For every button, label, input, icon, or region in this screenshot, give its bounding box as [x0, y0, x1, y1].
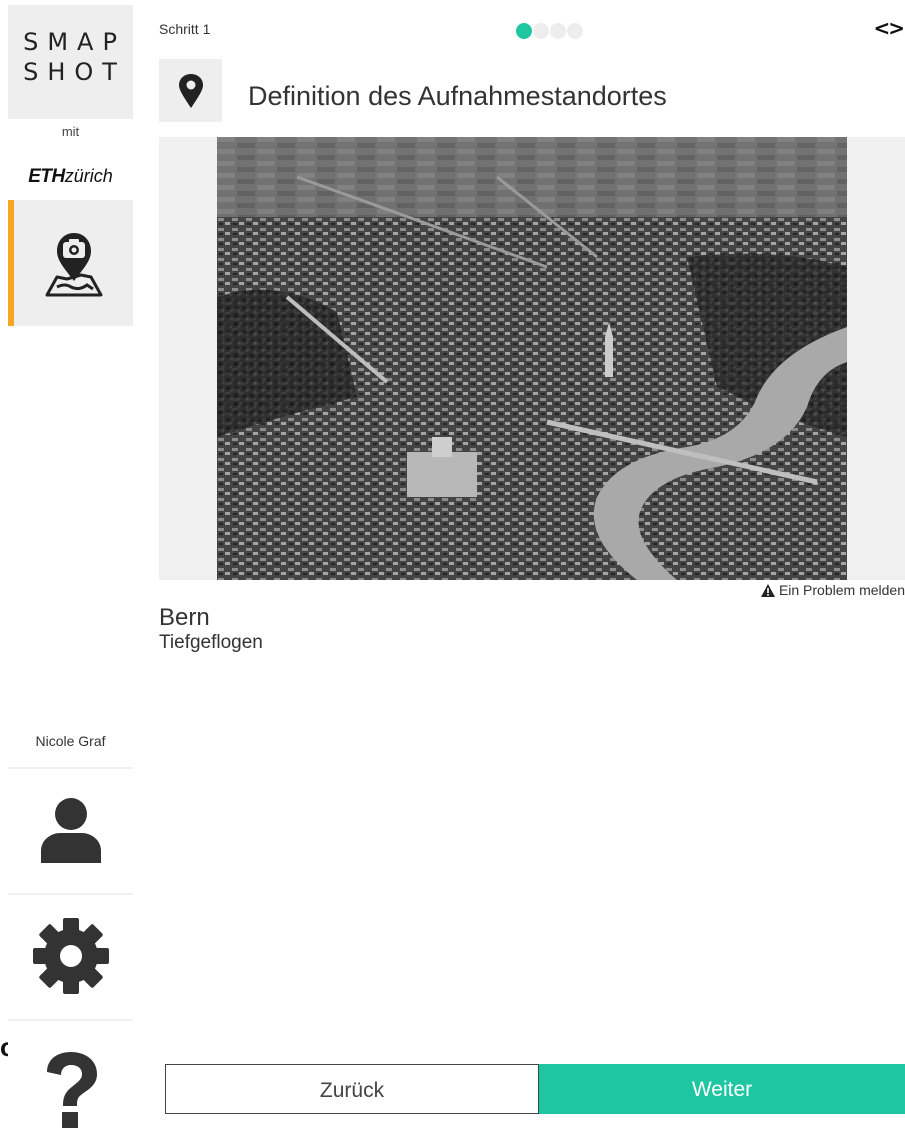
map-marker-icon: [178, 73, 203, 108]
report-problem-label: Ein Problem melden: [778, 582, 905, 598]
logo-line-2: SHOT: [23, 58, 126, 86]
photo-subtitle: Tiefgeflogen: [159, 632, 263, 653]
camera-map-icon: [45, 233, 102, 297]
eth-logo-bold: ETH: [28, 166, 65, 187]
question-icon: [46, 1052, 97, 1128]
profile-button[interactable]: [8, 767, 133, 891]
next-button[interactable]: Weiter: [539, 1064, 905, 1114]
sidebar: SMAP SHOT mit ETHzürich Nicole Graf: [8, 0, 133, 1143]
clipped-text-fragment: o: [0, 1032, 8, 1062]
smapshot-logo[interactable]: SMAP SHOT: [8, 5, 133, 119]
historic-aerial-photo[interactable]: [217, 137, 847, 580]
main-panel: Schritt 1 <> Definition des Aufnahmestan…: [159, 0, 905, 1114]
settings-button[interactable]: [8, 893, 133, 1017]
user-icon: [40, 798, 101, 863]
warning-icon: [760, 583, 775, 597]
help-button[interactable]: [8, 1019, 133, 1143]
logo-line-1: SMAP: [23, 28, 126, 56]
step-dot-2: [533, 23, 549, 39]
aerial-city-image: [217, 137, 847, 580]
code-toggle-icon[interactable]: <>: [873, 16, 904, 40]
sidebar-item-georeference[interactable]: [8, 200, 133, 326]
user-name: Nicole Graf: [35, 733, 106, 749]
partner-prefix: mit: [61, 124, 80, 139]
eth-logo-light: zürich: [64, 166, 113, 186]
step-dot-3: [550, 23, 566, 39]
photo-frame: [159, 137, 905, 580]
photo-title: Bern: [159, 604, 210, 631]
step-progress: [516, 23, 583, 39]
title-icon-box: [159, 59, 222, 122]
report-problem-link[interactable]: Ein Problem melden: [760, 582, 905, 598]
page-title: Definition des Aufnahmestandortes: [248, 81, 667, 111]
step-dot-4: [567, 23, 583, 39]
eth-zurich-logo[interactable]: ETHzürich: [8, 166, 133, 188]
back-button[interactable]: Zurück: [165, 1064, 539, 1114]
step-dot-1: [516, 23, 532, 39]
gear-icon: [32, 918, 109, 994]
step-label: Schritt 1: [159, 21, 211, 37]
